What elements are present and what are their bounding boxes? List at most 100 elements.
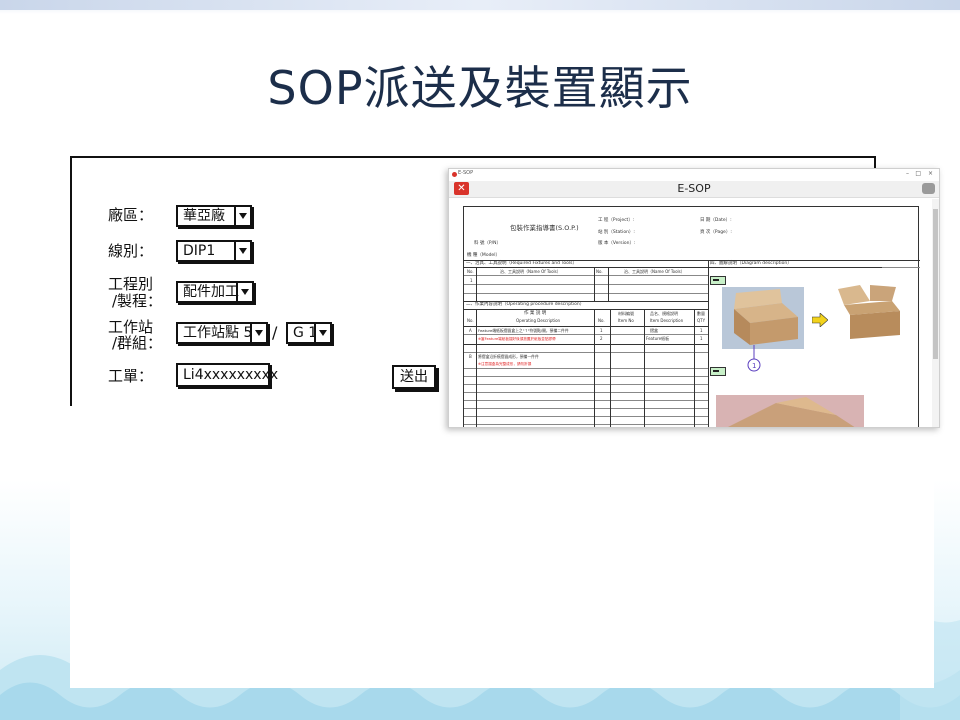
window-close-icon[interactable]: × xyxy=(928,170,933,177)
line-select[interactable]: DIP1 xyxy=(176,240,252,262)
rowA2-no: 2 xyxy=(600,336,603,341)
esop-window: E-SOP – □ × ✕ E-SOP 包裝作業指導書(S.O.P.) 工 程（… xyxy=(448,168,940,428)
op-col-qty: 數量 xyxy=(697,311,705,316)
dropdown-arrow-icon[interactable] xyxy=(234,207,250,225)
rule xyxy=(464,384,708,385)
rule xyxy=(464,368,708,369)
op-col-no2: No. xyxy=(598,318,605,323)
rule xyxy=(464,275,708,276)
op-col-desc-en: Operating Description xyxy=(516,318,561,323)
rule xyxy=(464,376,708,377)
step-a-icon xyxy=(710,276,726,285)
op-col-desc: 作 業 說 明 xyxy=(524,311,547,316)
grid-line xyxy=(608,267,609,301)
rule xyxy=(464,309,708,310)
rule xyxy=(464,267,920,268)
station-label-doc: 站 別（Station）: xyxy=(598,230,635,235)
yellow-arrow-icon xyxy=(812,313,828,327)
station-group-slash: / xyxy=(272,323,278,342)
column-divider xyxy=(708,260,709,427)
rule xyxy=(464,424,708,425)
process-label: 工程別 xyxy=(108,275,154,293)
rule xyxy=(464,293,708,294)
vertical-scrollbar[interactable] xyxy=(932,199,939,427)
line-value: DIP1 xyxy=(183,243,216,259)
station-value: 工作站點 5 xyxy=(183,325,253,341)
rowB-id: B xyxy=(469,354,472,359)
rule xyxy=(464,284,708,285)
top-decor-band xyxy=(0,0,960,10)
sop-document: 包裝作業指導書(S.O.P.) 工 程（Project）: 站 別（Statio… xyxy=(463,206,920,427)
grid-line xyxy=(476,309,477,427)
process-value: 配件加工 xyxy=(183,284,239,300)
rule xyxy=(464,400,708,401)
project-label: 工 程（Project）: xyxy=(598,218,635,223)
pn-label: 料 號（P/N） xyxy=(474,241,502,246)
box-photo-folded xyxy=(830,281,908,341)
dropdown-arrow-icon[interactable] xyxy=(234,242,250,260)
send-button[interactable]: 送出 xyxy=(392,365,436,389)
factory-value: 華亞廠 xyxy=(183,208,225,224)
order-value: Li4xxxxxxxxx xyxy=(183,367,279,383)
date-label: 日 期（Date）: xyxy=(700,218,732,223)
dropdown-arrow-icon[interactable] xyxy=(236,283,252,301)
rule xyxy=(464,416,708,417)
step-b-icon xyxy=(710,367,726,376)
page-title: SOP派送及裝置顯示 xyxy=(267,61,693,115)
rule xyxy=(464,352,708,353)
rowB-text: 將摺盒沿折痕摺疊成形，預備一件件 xyxy=(478,354,539,359)
group-select[interactable]: G 1 xyxy=(286,322,332,344)
op-col-no: No. xyxy=(467,318,474,323)
rule xyxy=(464,392,708,393)
rowA-note: ※當Feature端紙板摺好後須放置於紙板並貼膠帶 xyxy=(478,337,556,341)
model-label: 機 種（Model） xyxy=(467,253,500,258)
order-input[interactable]: Li4xxxxxxxxx xyxy=(176,363,278,387)
process-label-sub: /製程： xyxy=(112,292,163,310)
version-label: 版 本（Version）: xyxy=(598,241,636,246)
esop-settings-icon[interactable] xyxy=(922,183,935,194)
step-marker-callout: 1 xyxy=(747,345,761,372)
minimize-icon[interactable]: – xyxy=(906,170,909,177)
dropdown-arrow-icon[interactable] xyxy=(250,324,266,342)
station-select[interactable]: 工作站點 5 xyxy=(176,322,268,344)
window-title: E-SOP xyxy=(458,170,474,176)
maximize-icon[interactable]: □ xyxy=(915,170,921,177)
rule xyxy=(464,334,708,335)
section4-heading: 四、圖解說明（Diagram description） xyxy=(710,261,792,266)
section1-heading: 一、治具、工具說明（Required Fixtures and Tools） xyxy=(466,261,578,266)
rowA2-item: Feature紙板 xyxy=(646,336,670,341)
grid-line xyxy=(476,267,477,301)
grid-line xyxy=(594,267,595,301)
op-col-itemdesc: 品名、規格說明 xyxy=(650,311,678,316)
op-col-itemno-en: Item No xyxy=(618,318,634,323)
scrollbar-thumb[interactable] xyxy=(933,209,938,359)
grid-line xyxy=(644,309,645,427)
rule xyxy=(882,267,920,268)
grid-line xyxy=(610,309,611,427)
grid-line xyxy=(594,309,595,427)
rule xyxy=(464,408,708,409)
box-photo-step-b xyxy=(716,395,864,427)
content-panel xyxy=(70,430,934,688)
doc-title: 包裝作業指導書(S.O.P.) xyxy=(510,224,579,232)
dropdown-arrow-icon[interactable] xyxy=(314,324,330,342)
process-select[interactable]: 配件加工 xyxy=(176,281,254,303)
step-marker-number: 1 xyxy=(752,362,756,370)
esop-titlebar: E-SOP – □ × xyxy=(449,169,939,181)
op-col-itemno: 材料編號 xyxy=(618,311,634,316)
box-photo-open xyxy=(722,287,804,349)
grid-line xyxy=(694,309,695,427)
rowA2-qty: 1 xyxy=(700,336,703,341)
factory-label: 廠區： xyxy=(108,206,154,224)
rowB-note: ※注意摺盒為完整成形，請勿折損 xyxy=(478,362,532,366)
line-label: 線別： xyxy=(108,242,154,260)
app-title: E-SOP xyxy=(677,182,711,195)
factory-select[interactable]: 華亞廠 xyxy=(176,205,252,227)
order-label: 工單： xyxy=(108,367,154,385)
rule xyxy=(464,326,708,327)
page-label-doc: 頁 次（Page）: xyxy=(700,230,732,235)
op-col-qty-en: QTY xyxy=(697,318,706,323)
station-label-sub: /群組： xyxy=(112,334,163,352)
section2-heading: 二、作業內容說明（Operating procedure description… xyxy=(466,302,585,307)
rule xyxy=(464,344,708,345)
